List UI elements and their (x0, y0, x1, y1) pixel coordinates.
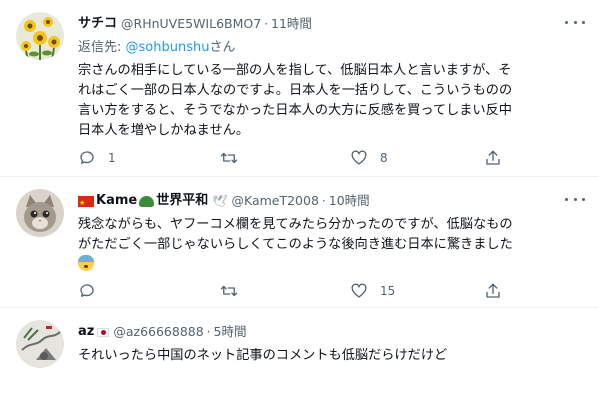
display-name-suffix[interactable]: 世界平和 (156, 191, 208, 211)
turtle-icon (139, 195, 155, 207)
share-button[interactable] (484, 281, 502, 301)
tweet-header: サチコ @RHnUVE5WIL6BMO7 · 11時間 (78, 14, 312, 34)
cat-avatar[interactable] (16, 189, 64, 237)
timestamp[interactable]: 10時間 (329, 191, 370, 211)
reply-mention-link[interactable]: @sohbunshu (126, 40, 210, 55)
reply-button[interactable]: 1 (78, 148, 116, 168)
reply-count: 1 (108, 151, 116, 165)
tweet-text: それいったら中国のネット記事のコメントも低脳だらけだけど (78, 346, 583, 366)
tweet-text: 残念ながらも、ヤフーコメ欄を見てみたら分かったのですが、低脳なもの がただごく一… (78, 215, 583, 275)
timestamp[interactable]: 5時間 (214, 322, 247, 342)
tweet-text-line: 残念ながらも、ヤフーコメ欄を見てみたら分かったのですが、低脳なもの (78, 217, 513, 232)
tweet-text-line: がただごく一部じゃないらしくてこのような後向き進む日本に驚きました (78, 237, 513, 252)
like-count: 15 (380, 284, 396, 298)
retweet-button[interactable] (220, 281, 250, 301)
sunflower-avatar[interactable] (16, 12, 64, 60)
fearful-face-emoji-icon (78, 255, 583, 275)
reply-suffix: さん (209, 40, 236, 55)
tweet-1[interactable]: サチコ @RHnUVE5WIL6BMO7 · 11時間 返信先: @sohbun… (0, 0, 599, 176)
reply-icon (80, 151, 94, 164)
timestamp[interactable]: 11時間 (271, 14, 312, 34)
heart-icon (351, 283, 367, 298)
display-name[interactable]: サチコ (78, 14, 117, 34)
user-handle[interactable]: @RHnUVE5WIL6BMO7 (121, 14, 261, 34)
action-bar: 1 8 (78, 148, 508, 168)
display-name[interactable]: Kame (96, 191, 137, 211)
user-handle[interactable]: @az66668888 (113, 322, 203, 342)
tweet-text-line: 宗さんの相手にしている一部の人を指して、低脳日本人と言いますが、そ (78, 63, 512, 78)
more-options-icon[interactable] (565, 14, 585, 30)
more-options-icon[interactable] (565, 191, 585, 207)
share-icon (486, 150, 500, 165)
reply-context: 返信先: @sohbunshuさん (78, 36, 235, 55)
tweet-header: az @az66668888 · 5時間 (78, 322, 246, 342)
tweet-2[interactable]: Kame 世界平和 🕊 @KameT2008 · 10時間 残念ながらも、ヤフー… (0, 177, 599, 307)
reply-prefix: 返信先: (78, 40, 126, 55)
tweet-text-line: 日本人を増やしかねません。 (78, 123, 250, 138)
retweet-icon (220, 285, 238, 297)
share-button[interactable] (484, 148, 502, 168)
action-bar: 15 (78, 281, 508, 301)
like-button[interactable]: 8 (350, 148, 388, 168)
tweet-text-line: れはごく一部の日本人なのですよ。日本人を一括りして、こういうものの (78, 83, 513, 98)
tweet-text-line: 言い方をすると、そうでなかった日本人の大方に反感を買ってしまい反中 (78, 103, 512, 118)
user-handle[interactable]: @KameT2008 (231, 191, 318, 211)
display-name[interactable]: az (78, 322, 94, 342)
retweet-icon (220, 152, 238, 164)
share-icon (486, 283, 500, 298)
tweet-text-line: それいったら中国のネット記事のコメントも低脳だらけだけど (78, 348, 448, 363)
like-count: 8 (380, 151, 388, 165)
tweet-text: 宗さんの相手にしている一部の人を指して、低脳日本人と言いますが、そ れはごく一部… (78, 61, 583, 141)
retweet-button[interactable] (220, 148, 250, 168)
tweet-3[interactable]: az @az66668888 · 5時間 それいったら中国のネット記事のコメント… (0, 308, 599, 418)
separator-dot: · (264, 17, 269, 31)
reply-button[interactable] (78, 281, 108, 301)
separator-dot: · (206, 325, 211, 339)
dove-icon: 🕊 (212, 194, 228, 208)
reply-icon (80, 284, 94, 297)
tweet-header: Kame 世界平和 🕊 @KameT2008 · 10時間 (78, 191, 370, 213)
like-button[interactable]: 15 (350, 281, 395, 301)
japan-flag-icon (97, 327, 110, 337)
heart-icon (351, 150, 367, 165)
ink-painting-avatar[interactable] (16, 320, 64, 368)
china-flag-icon (78, 193, 94, 213)
separator-dot: · (321, 194, 326, 208)
